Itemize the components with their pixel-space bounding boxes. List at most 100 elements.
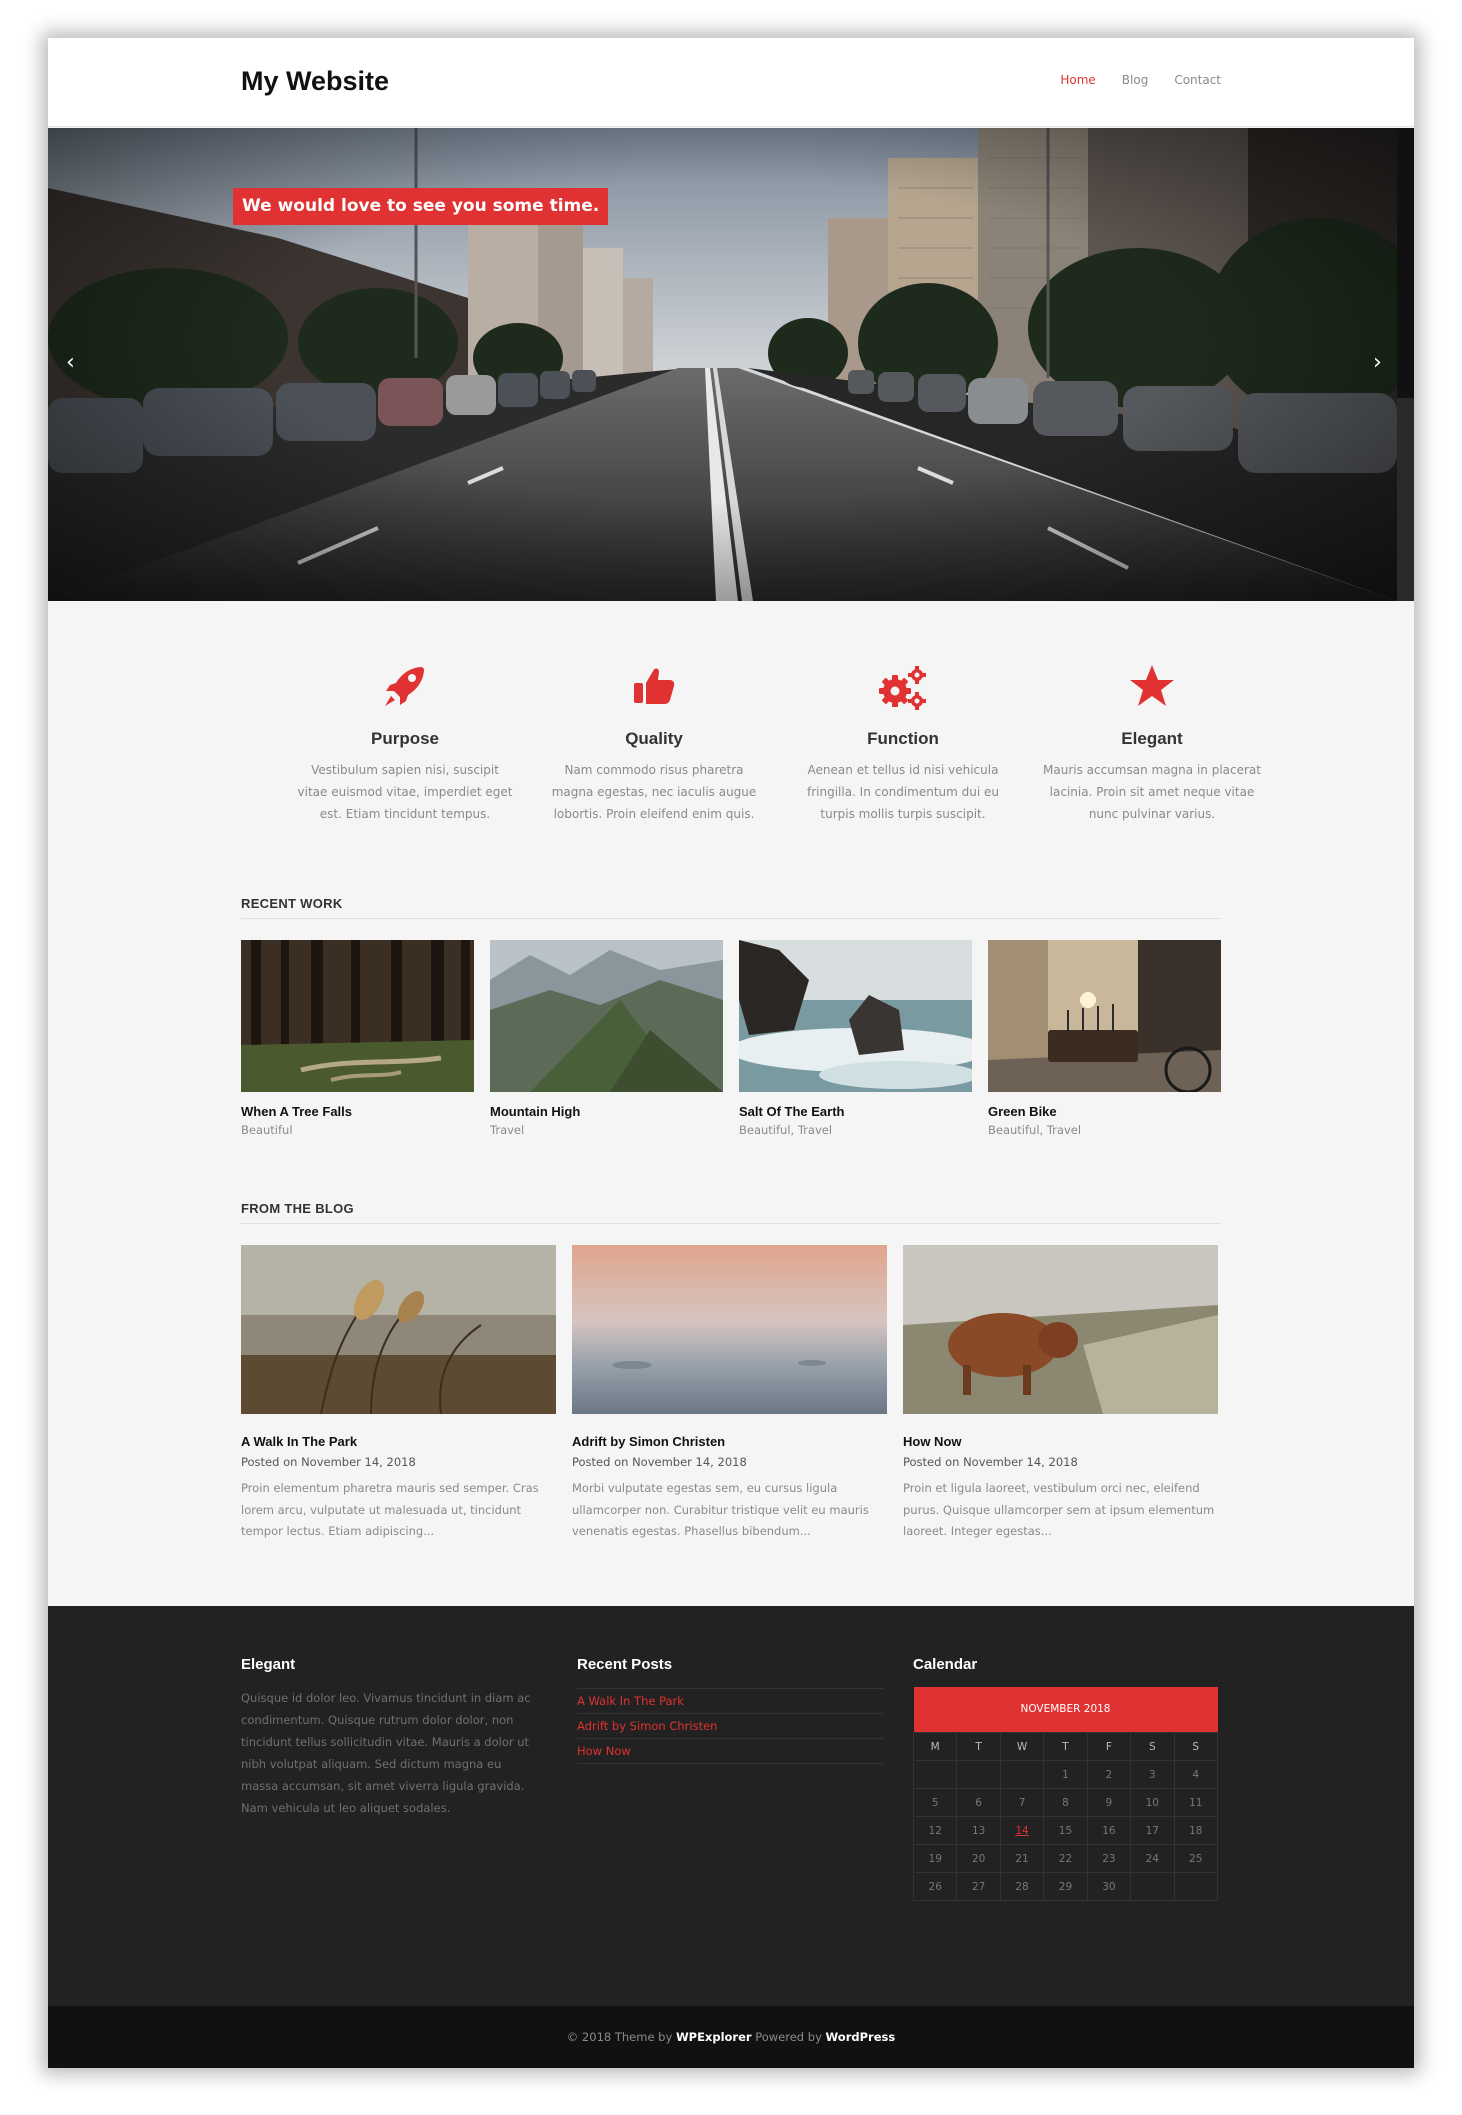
chevron-right-icon[interactable]: › — [1373, 350, 1382, 375]
calendar-day: 28 — [999, 1872, 1045, 1901]
work-thumbnail-forest[interactable] — [241, 940, 474, 1092]
post-title[interactable]: How Now — [903, 1434, 1218, 1449]
calendar-day — [999, 1760, 1045, 1789]
calendar-week: 1234 — [912, 1760, 1219, 1789]
feature-quality: Quality Nam commodo risus pharetra magna… — [536, 663, 772, 825]
feature-elegant: Elegant Mauris accumsan magna in placera… — [1034, 663, 1270, 825]
work-categories[interactable]: Beautiful — [241, 1123, 474, 1137]
calendar-day: 2 — [1086, 1760, 1132, 1789]
calendar-day — [1130, 1872, 1175, 1901]
star-icon — [1034, 663, 1270, 719]
post-meta: Posted on November 14, 2018 — [572, 1455, 747, 1469]
calendar-day: 16 — [1086, 1816, 1132, 1845]
calendar-day: 19 — [912, 1844, 958, 1873]
site-header: My Website Home Blog Contact — [48, 38, 1414, 127]
feature-text: Mauris accumsan magna in placerat lacini… — [1043, 763, 1261, 821]
work-categories[interactable]: Travel — [490, 1123, 723, 1137]
post-excerpt: Proin et ligula laoreet, vestibulum orci… — [903, 1481, 1215, 1538]
recent-post-link[interactable]: A Walk In The Park — [577, 1688, 884, 1713]
hero-scrollbar[interactable] — [1397, 128, 1414, 601]
work-thumbnail-bike[interactable] — [988, 940, 1221, 1092]
calendar-day: 9 — [1086, 1788, 1132, 1817]
calendar-day[interactable]: 14 — [999, 1816, 1045, 1845]
rocket-icon — [287, 663, 523, 719]
copyright-bar: © 2018 Theme by WPExplorer Powered by Wo… — [48, 2006, 1414, 2068]
recent-post-link[interactable]: Adrift by Simon Christen — [577, 1713, 884, 1738]
calendar-day: 24 — [1130, 1844, 1175, 1873]
recent-work-heading: RECENT WORK — [241, 896, 1221, 919]
calendar-week: 26 27 28 29 30 — [912, 1872, 1219, 1901]
footer-calendar: Calendar NOVEMBER 2018 MTWTFSS 123456789… — [912, 1606, 1219, 1901]
work-title[interactable]: Mountain High — [490, 1104, 723, 1119]
calendar-weekday: T — [956, 1732, 1001, 1761]
calendar-day: 15 — [1043, 1816, 1088, 1845]
work-item[interactable]: When A Tree Falls Beautiful — [241, 940, 474, 1137]
calendar-day: 7 — [999, 1788, 1045, 1817]
post-title[interactable]: Adrift by Simon Christen — [572, 1434, 887, 1449]
hero-slider: We would love to see you some time. ‹ › — [48, 128, 1397, 601]
work-item[interactable]: Mountain High Travel — [490, 940, 723, 1137]
recent-posts-list: A Walk In The Park Adrift by Simon Chris… — [577, 1688, 884, 1764]
credit-mid: Powered by — [755, 2030, 822, 2044]
feature-title: Function — [867, 729, 939, 748]
work-thumbnail-mountain[interactable] — [490, 940, 723, 1092]
feature-title: Purpose — [370, 729, 440, 748]
feature-purpose: Purpose Vestibulum sapien nisi, suscipit… — [287, 663, 523, 825]
calendar-weekday: S — [1130, 1732, 1175, 1761]
nav-contact[interactable]: Contact — [1174, 73, 1221, 87]
calendar-week: 12 13 14 15 16 17 18 — [912, 1816, 1219, 1845]
hero-caption: We would love to see you some time. — [233, 188, 609, 225]
credit-wordpress-link[interactable]: WordPress — [826, 2030, 896, 2044]
post-meta: Posted on November 14, 2018 — [241, 1455, 416, 1469]
calendar-day: 22 — [1043, 1844, 1088, 1873]
nav-blog[interactable]: Blog — [1122, 73, 1149, 87]
calendar-day: 21 — [999, 1844, 1045, 1873]
blog-post: Adrift by Simon Christen Posted on Novem… — [572, 1245, 887, 1543]
post-excerpt: Proin elementum pharetra mauris sed semp… — [241, 1481, 539, 1538]
footer-about-title: Elegant — [241, 1656, 296, 1673]
site-title[interactable]: My Website — [241, 66, 389, 97]
calendar-day — [1173, 1872, 1219, 1901]
calendar-month: NOVEMBER 2018 — [913, 1687, 1218, 1733]
feature-function: Function Aenean et tellus id nisi vehicu… — [785, 663, 1021, 825]
calendar-day: 29 — [1043, 1872, 1088, 1901]
footer-recent-posts: Recent Posts A Walk In The Park Adrift b… — [577, 1606, 884, 1764]
calendar-day: 13 — [956, 1816, 1001, 1845]
calendar-day: 5 — [912, 1788, 958, 1817]
post-thumbnail-sunset[interactable] — [572, 1245, 887, 1414]
post-thumbnail-highland-cow[interactable] — [903, 1245, 1218, 1414]
work-item[interactable]: Salt Of The Earth Beautiful, Travel — [739, 940, 972, 1137]
calendar-weekday: F — [1086, 1732, 1132, 1761]
work-item[interactable]: Green Bike Beautiful, Travel — [988, 940, 1221, 1137]
credit-prefix: © 2018 Theme by — [566, 2030, 673, 2044]
chevron-left-icon[interactable]: ‹ — [66, 350, 75, 375]
work-title[interactable]: Salt Of The Earth — [739, 1104, 972, 1119]
feature-text: Nam commodo risus pharetra magna egestas… — [551, 763, 757, 821]
calendar-day: 6 — [956, 1788, 1001, 1817]
post-title[interactable]: A Walk In The Park — [241, 1434, 556, 1449]
recent-post-link[interactable]: How Now — [577, 1738, 884, 1764]
calendar-day: 12 — [912, 1816, 958, 1845]
calendar-day: 4 — [1173, 1760, 1219, 1789]
calendar-day: 10 — [1130, 1788, 1175, 1817]
work-thumbnail-sea[interactable] — [739, 940, 972, 1092]
site-footer: Elegant Quisque id dolor leo. Vivamus ti… — [48, 1606, 1414, 2006]
main-nav: Home Blog Contact — [1060, 73, 1221, 87]
calendar-week: 19 20 21 22 23 24 25 — [912, 1844, 1219, 1873]
nav-home[interactable]: Home — [1060, 73, 1095, 87]
calendar-day — [956, 1760, 1001, 1789]
calendar-weekday: W — [999, 1732, 1045, 1761]
calendar-table: NOVEMBER 2018 MTWTFSS 1 2 3 4 5 6 7 8 9 10 11 12 13 1… — [912, 1687, 1219, 1901]
blog-post: How Now Posted on November 14, 2018 Proi… — [903, 1245, 1218, 1543]
work-categories[interactable]: Beautiful, Travel — [988, 1123, 1221, 1137]
work-title[interactable]: When A Tree Falls — [241, 1104, 474, 1119]
post-thumbnail-grass[interactable] — [241, 1245, 556, 1414]
calendar-weekday: T — [1043, 1732, 1088, 1761]
calendar-day: 20 — [956, 1844, 1001, 1873]
calendar-body: 1 2 3 4 5 6 7 8 9 10 11 12 13 14 15 16 17 18 19 20 21 22 23 24 2… — [912, 1760, 1219, 1901]
credit-theme-link[interactable]: WPExplorer — [676, 2030, 752, 2044]
work-categories[interactable]: Beautiful, Travel — [739, 1123, 972, 1137]
work-title[interactable]: Green Bike — [988, 1104, 1221, 1119]
post-meta: Posted on November 14, 2018 — [903, 1455, 1078, 1469]
calendar-day: 18 — [1173, 1816, 1219, 1845]
